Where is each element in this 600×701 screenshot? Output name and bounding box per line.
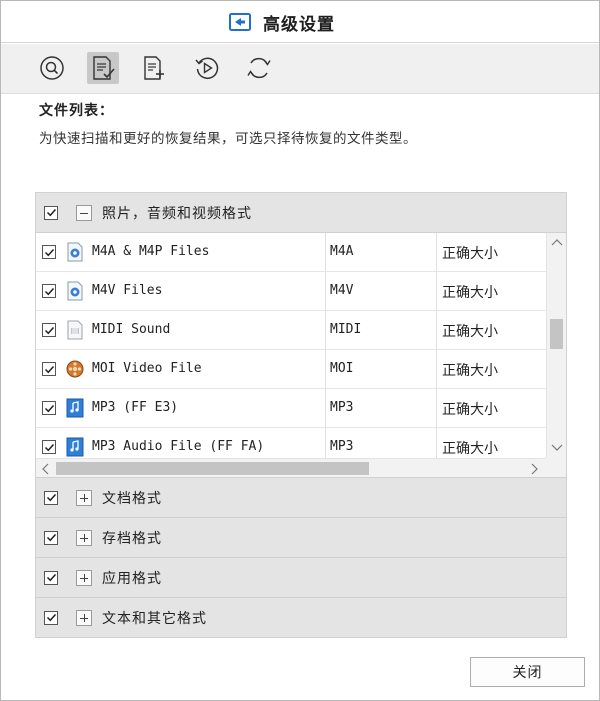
chevron-right-icon[interactable] [528, 463, 540, 475]
checkmark-icon [44, 404, 54, 412]
file-list-description: 为快速扫描和更好的恢复结果，可选只择待恢复的文件类型。 [39, 131, 417, 147]
size-option[interactable]: 正确大小 [442, 360, 498, 380]
checkmark-icon [44, 443, 54, 451]
file-list-check-icon [93, 56, 115, 80]
file-extension: MP3 [330, 439, 354, 454]
file-type-name: MP3 (FF E3) [92, 400, 179, 415]
file-type-name: M4A & M4P Files [92, 244, 210, 259]
category-label: 文档格式 [102, 490, 162, 507]
size-option[interactable]: 正确大小 [442, 399, 498, 419]
mp3-file-icon [66, 437, 84, 457]
checkmark-icon [46, 208, 56, 217]
checkmark-icon [44, 287, 54, 295]
category-row-text-other[interactable]: 文本和其它格式 [36, 598, 566, 638]
video-reel-icon [66, 360, 84, 378]
scan-button[interactable] [36, 52, 68, 84]
checkmark-icon [46, 493, 56, 502]
collapse-toggle[interactable] [76, 204, 92, 221]
refresh-icon [247, 57, 271, 79]
file-extension: MOI [330, 361, 354, 376]
row-checkbox[interactable] [42, 284, 56, 298]
restore-button[interactable] [191, 52, 223, 84]
vertical-scrollbar[interactable] [546, 233, 566, 458]
vertical-scroll-thumb[interactable] [550, 319, 563, 349]
expand-toggle[interactable] [76, 529, 92, 546]
category-row-archives[interactable]: 存档格式 [36, 518, 566, 558]
file-add-icon [144, 56, 164, 80]
window-title: 高级设置 [263, 14, 335, 35]
row-checkbox[interactable] [42, 362, 56, 376]
file-type-name: MIDI Sound [92, 322, 171, 337]
checkmark-icon [46, 533, 56, 542]
audio-file-icon [67, 242, 83, 262]
size-option[interactable]: 正确大小 [442, 282, 498, 302]
category-row-applications[interactable]: 应用格式 [36, 558, 566, 598]
checkmark-icon [46, 613, 56, 622]
size-option[interactable]: 正确大小 [442, 438, 498, 458]
file-type-rows: M4A & M4P Files M4A 正确大小 M4V Files M4V 正… [36, 233, 546, 458]
chevron-up-icon[interactable] [551, 237, 563, 249]
expand-toggle[interactable] [76, 569, 92, 586]
row-checkbox[interactable] [42, 401, 56, 415]
close-button[interactable]: 关闭 [470, 657, 585, 687]
mp3-file-icon [66, 398, 84, 418]
file-type-panel: 照片，音频和视频格式 M4A & M4P Files M4A 正确大小 M4V … [35, 192, 567, 638]
size-option[interactable]: 正确大小 [442, 321, 498, 341]
add-file-type-button[interactable] [138, 52, 170, 84]
horizontal-scroll-thumb[interactable] [56, 462, 369, 475]
category-row-documents[interactable]: 文档格式 [36, 478, 566, 518]
file-type-name: MP3 Audio File (FF FA) [92, 439, 265, 454]
chevron-down-icon[interactable] [551, 441, 563, 453]
toolbar [1, 44, 599, 94]
scrollbar-corner [546, 458, 566, 477]
table-row[interactable]: MP3 Audio File (FF FA) MP3 正确大小 [36, 428, 546, 458]
table-row[interactable]: M4V Files M4V 正确大小 [36, 272, 546, 311]
file-extension: MP3 [330, 400, 354, 415]
category-checkbox[interactable] [44, 490, 58, 505]
row-checkbox[interactable] [42, 245, 56, 259]
checkmark-icon [44, 326, 54, 334]
file-extension: M4A [330, 244, 354, 259]
expand-toggle[interactable] [76, 489, 92, 506]
back-folder-icon [229, 13, 251, 31]
file-list-button[interactable] [87, 52, 119, 84]
file-type-grid: M4A & M4P Files M4A 正确大小 M4V Files M4V 正… [36, 233, 566, 478]
chevron-left-icon[interactable] [40, 463, 52, 475]
row-checkbox[interactable] [42, 323, 56, 337]
checkmark-icon [46, 573, 56, 582]
table-row[interactable]: MP3 (FF E3) MP3 正确大小 [36, 389, 546, 428]
category-checkbox[interactable] [44, 610, 58, 625]
file-type-name: M4V Files [92, 283, 163, 298]
file-extension: M4V [330, 283, 354, 298]
audio-file-icon [67, 281, 83, 301]
title-group: 高级设置 [229, 9, 335, 35]
file-extension: MIDI [330, 322, 362, 337]
table-row[interactable]: M4A & M4P Files M4A 正确大小 [36, 233, 546, 272]
row-checkbox[interactable] [42, 440, 56, 454]
checkmark-icon [44, 248, 54, 256]
category-label: 存档格式 [102, 530, 162, 547]
search-circle-icon [40, 56, 64, 80]
category-checkbox[interactable] [44, 205, 58, 220]
advanced-settings-window: 高级设置 文件列表： 为快速扫描和更好的恢复结果，可选只择待恢复的文件类型。 照… [0, 0, 600, 701]
checkmark-icon [44, 365, 54, 373]
restore-play-icon [195, 57, 219, 80]
category-checkbox[interactable] [44, 530, 58, 545]
category-label: 应用格式 [102, 570, 162, 587]
category-label: 照片，音频和视频格式 [102, 205, 252, 222]
category-row-media[interactable]: 照片，音频和视频格式 [36, 193, 566, 233]
expand-toggle[interactable] [76, 609, 92, 626]
category-checkbox[interactable] [44, 570, 58, 585]
table-row[interactable]: MOI Video File MOI 正确大小 [36, 350, 546, 389]
title-bar: 高级设置 [1, 1, 599, 43]
size-option[interactable]: 正确大小 [442, 243, 498, 263]
refresh-button[interactable] [243, 52, 275, 84]
file-type-name: MOI Video File [92, 361, 202, 376]
category-label: 文本和其它格式 [102, 610, 207, 627]
table-row[interactable]: MIDI Sound MIDI 正确大小 [36, 311, 546, 350]
file-list-heading: 文件列表： [39, 103, 114, 119]
midi-file-icon [67, 320, 83, 340]
horizontal-scrollbar[interactable] [36, 458, 546, 477]
